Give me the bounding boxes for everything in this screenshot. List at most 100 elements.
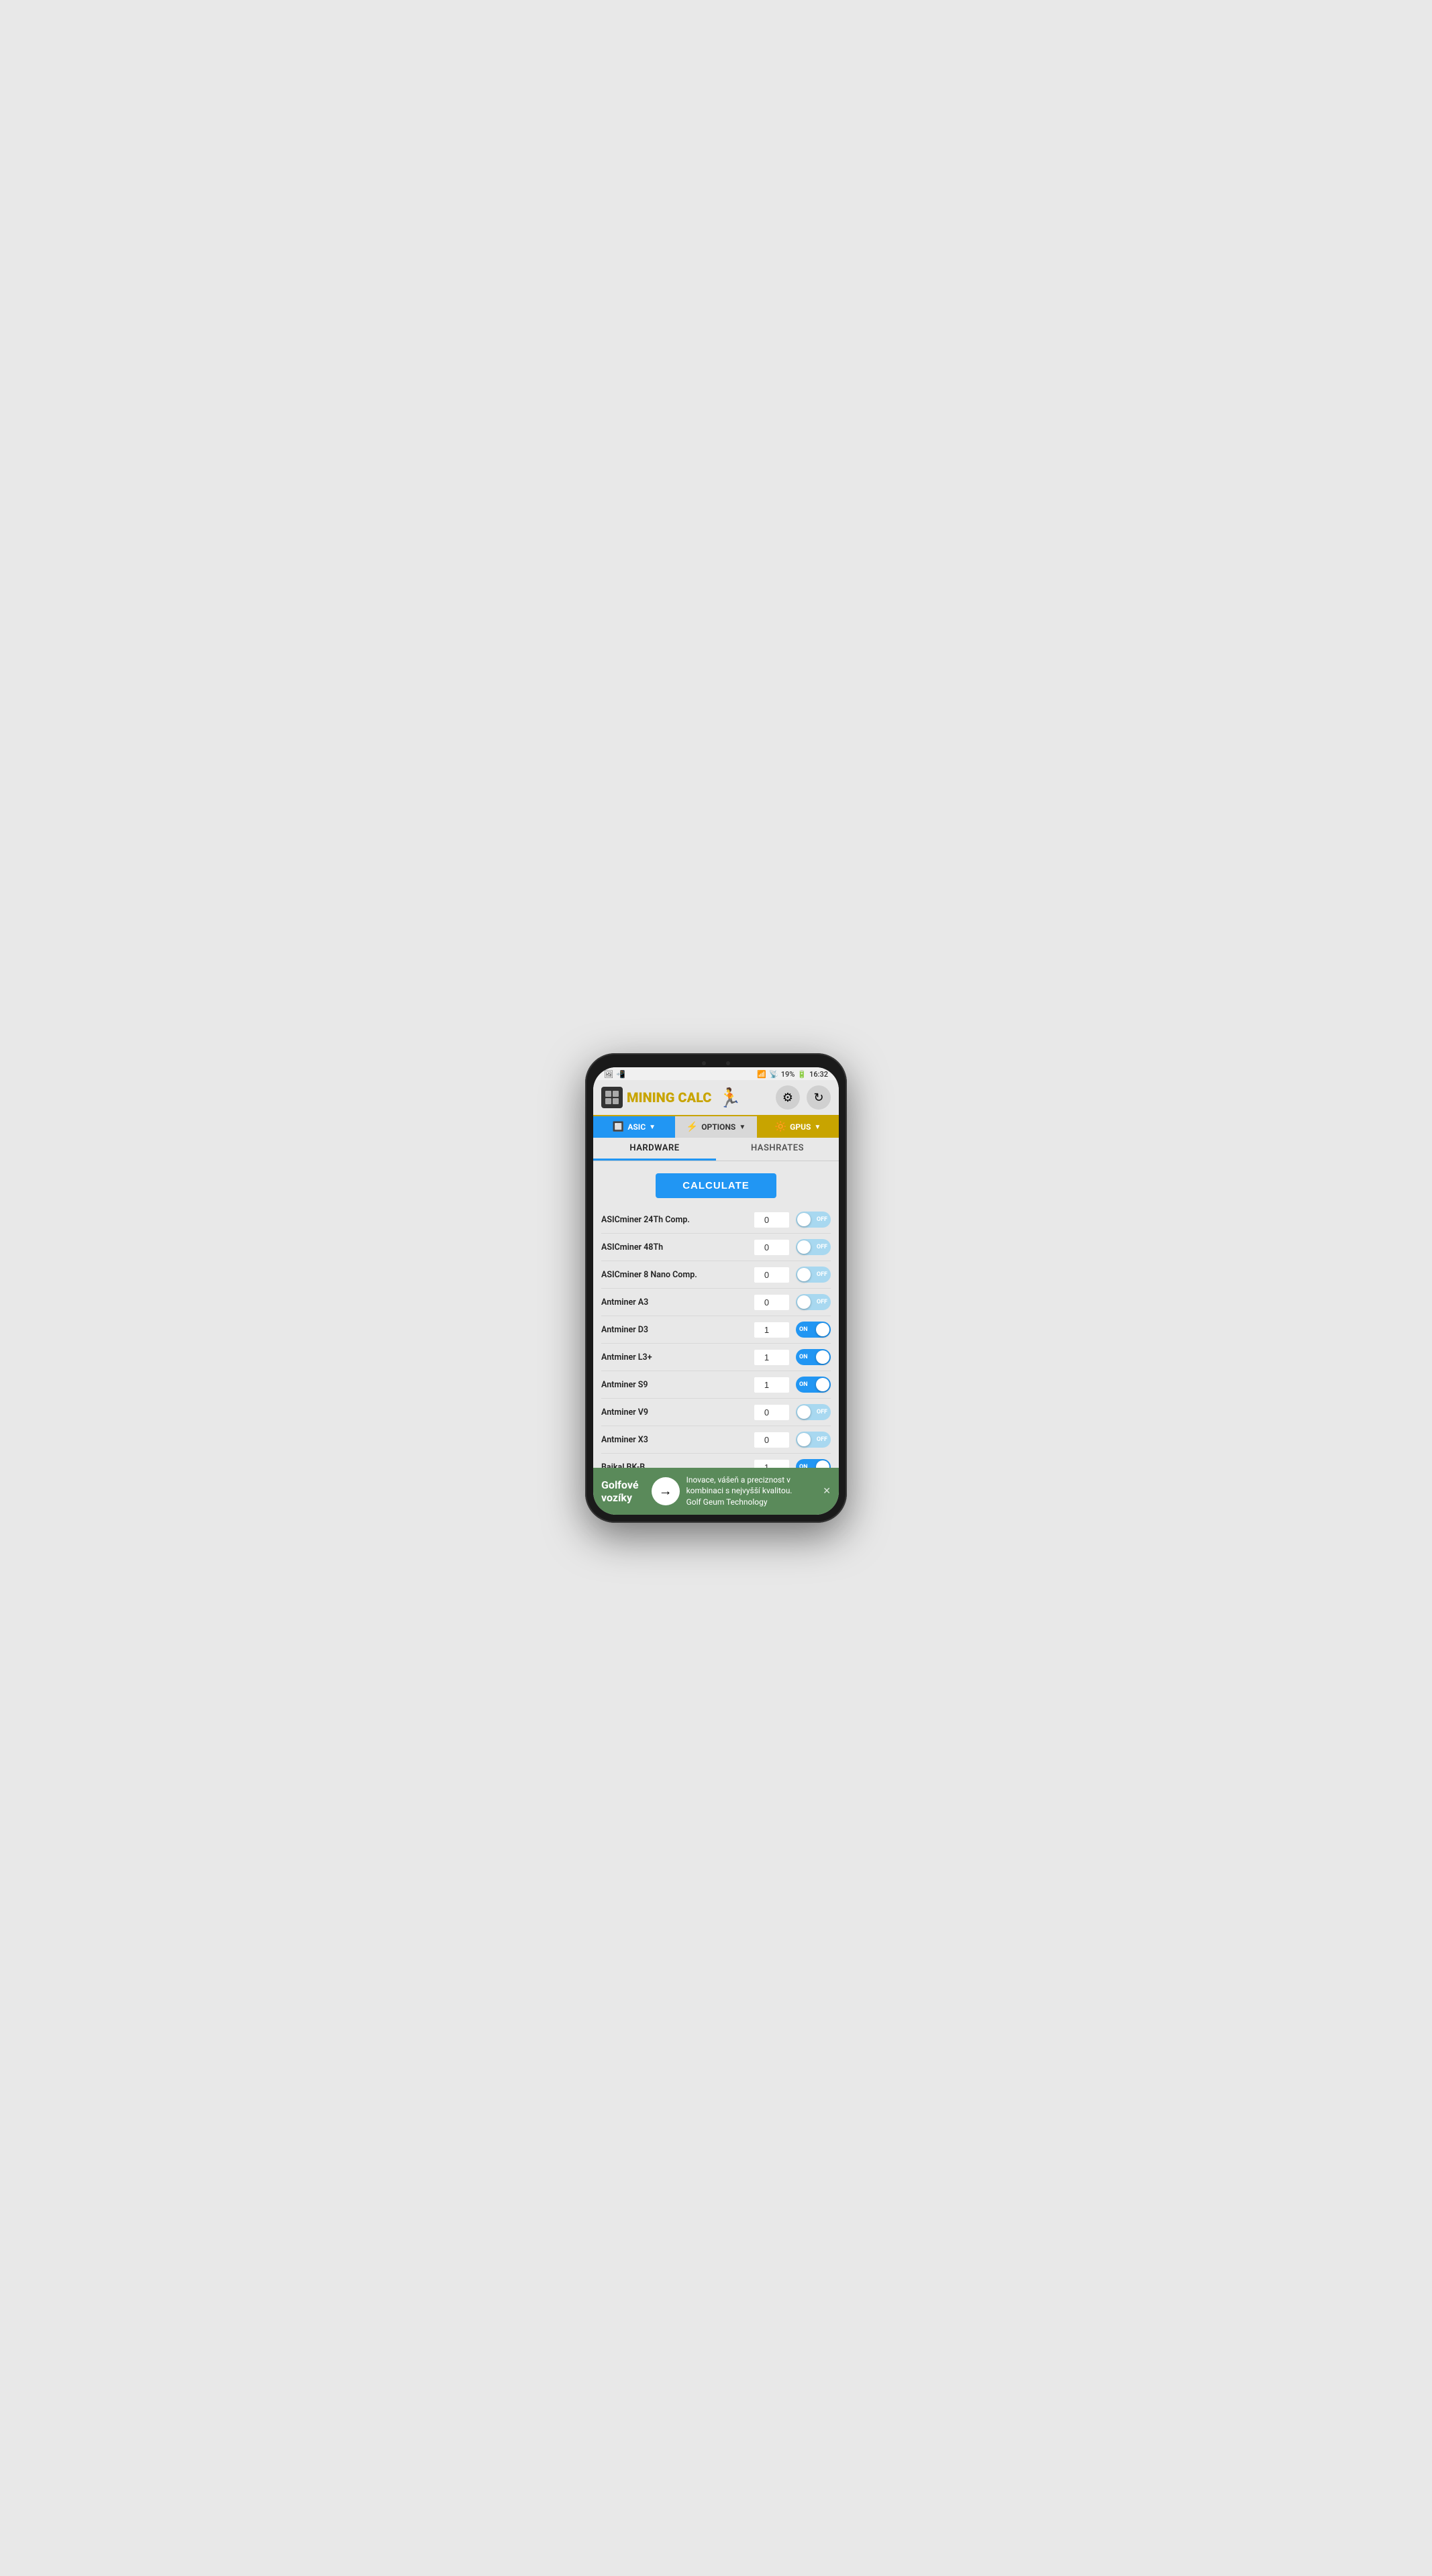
nav-asic[interactable]: 🔲 ASIC ▼: [593, 1116, 675, 1138]
status-bar: 🖼 📲 📶 📡 19% 🔋 16:32: [593, 1067, 839, 1080]
miner-row: Antminer X3 OFF: [601, 1426, 831, 1454]
miner-row: Antminer L3+ ON: [601, 1344, 831, 1371]
miner-toggle[interactable]: ON: [796, 1322, 831, 1338]
miners-list: ASICminer 24Th Comp. OFF ASICminer 48Th …: [601, 1206, 831, 1468]
toggle-label: ON: [799, 1354, 808, 1360]
gpus-icon: 🔆: [775, 1122, 786, 1132]
toggle-knob: [816, 1323, 829, 1336]
logo-icon: [601, 1087, 623, 1108]
miner-quantity-input[interactable]: [754, 1350, 789, 1365]
miner-quantity-input[interactable]: [754, 1377, 789, 1393]
miner-name: ASICminer 8 Nano Comp.: [601, 1270, 748, 1280]
toggle-knob: [816, 1460, 829, 1468]
asic-arrow: ▼: [649, 1124, 656, 1131]
nav-gpus[interactable]: 🔆 GPUS ▼: [757, 1116, 839, 1138]
toggle-label: OFF: [817, 1436, 827, 1443]
app-logo: MINING CALC 🏃: [601, 1087, 741, 1109]
miner-quantity-input[interactable]: [754, 1240, 789, 1255]
miner-name: Antminer D3: [601, 1325, 748, 1335]
miner-toggle[interactable]: OFF: [796, 1294, 831, 1310]
toggle-knob: [797, 1240, 811, 1254]
miner-toggle[interactable]: OFF: [796, 1404, 831, 1420]
miner-quantity-input[interactable]: [754, 1295, 789, 1310]
toggle-label: ON: [799, 1464, 808, 1468]
miner-quantity-input[interactable]: [754, 1460, 789, 1468]
miner-row: ASICminer 48Th OFF: [601, 1234, 831, 1261]
miner-toggle[interactable]: ON: [796, 1459, 831, 1468]
header-actions: ⚙ ↻: [776, 1085, 831, 1110]
ad-brand: Golf Geum Technology: [686, 1497, 817, 1508]
miner-quantity-input[interactable]: [754, 1322, 789, 1338]
toggle-label: ON: [799, 1381, 808, 1388]
toggle-label: OFF: [817, 1271, 827, 1278]
logo-runner-icon: 🏃: [718, 1087, 741, 1109]
content-area: CALCULATE ASICminer 24Th Comp. OFF ASICm…: [593, 1161, 839, 1468]
miner-row: Baikal BK-B ON: [601, 1454, 831, 1468]
miner-toggle[interactable]: ON: [796, 1377, 831, 1393]
battery-icon: 🔋: [797, 1070, 807, 1079]
toggle-knob: [816, 1350, 829, 1364]
ad-arrow-icon: →: [659, 1483, 672, 1499]
tab-hardware[interactable]: HARDWARE: [593, 1138, 716, 1161]
miner-name: Antminer A3: [601, 1297, 748, 1307]
miner-toggle[interactable]: ON: [796, 1349, 831, 1365]
options-label: OPTIONS: [701, 1122, 735, 1132]
camera-dot: [702, 1061, 706, 1065]
ad-close-button[interactable]: ✕: [823, 1486, 831, 1497]
nav-options[interactable]: ⚡ OPTIONS ▼: [675, 1116, 757, 1138]
gpus-arrow: ▼: [814, 1124, 821, 1131]
refresh-icon: ↻: [813, 1091, 823, 1105]
calculate-top-button[interactable]: CALCULATE: [656, 1173, 776, 1198]
miner-name: ASICminer 48Th: [601, 1242, 748, 1252]
options-icon: ⚡: [686, 1122, 698, 1132]
miner-toggle[interactable]: OFF: [796, 1267, 831, 1283]
asic-chip-icon: 🔲: [613, 1122, 624, 1132]
miner-row: Antminer V9 OFF: [601, 1399, 831, 1426]
toggle-knob: [797, 1433, 811, 1446]
ad-banner: Golfové vozíky → Inovace, vášeň a preciz…: [593, 1468, 839, 1515]
miner-name: Antminer V9: [601, 1407, 748, 1417]
miner-quantity-input[interactable]: [754, 1405, 789, 1420]
toggle-label: OFF: [817, 1409, 827, 1415]
ad-text-right-wrap: Inovace, vášeň a preciznost v kombinaci …: [686, 1474, 817, 1508]
miner-toggle[interactable]: OFF: [796, 1432, 831, 1448]
tab-headers: HARDWARE HASHRATES: [593, 1138, 839, 1161]
camera-dot: [726, 1061, 730, 1065]
toggle-knob: [797, 1405, 811, 1419]
toggle-knob: [797, 1213, 811, 1226]
tab-hashrates[interactable]: HASHRATES: [716, 1138, 839, 1161]
ad-main-text: Inovace, vášeň a preciznost v kombinaci …: [686, 1474, 817, 1497]
miner-quantity-input[interactable]: [754, 1212, 789, 1228]
app-header: MINING CALC 🏃 ⚙ ↻: [593, 1080, 839, 1116]
ad-arrow-button[interactable]: →: [652, 1477, 680, 1505]
toggle-knob: [797, 1295, 811, 1309]
toggle-knob: [797, 1268, 811, 1281]
miner-toggle[interactable]: OFF: [796, 1239, 831, 1255]
miner-name: Antminer L3+: [601, 1352, 748, 1362]
miner-row: ASICminer 8 Nano Comp. OFF: [601, 1261, 831, 1289]
ad-text-left: Golfové vozíky: [601, 1479, 645, 1504]
toggle-knob: [816, 1378, 829, 1391]
battery-percent: 19%: [781, 1070, 795, 1079]
status-icon-image: 🖼: [604, 1070, 613, 1079]
wifi-icon: 📶: [757, 1070, 766, 1079]
miner-quantity-input[interactable]: [754, 1432, 789, 1448]
miner-name: Antminer S9: [601, 1380, 748, 1390]
miner-row: ASICminer 24Th Comp. OFF: [601, 1206, 831, 1234]
refresh-button[interactable]: ↻: [807, 1085, 831, 1110]
settings-button[interactable]: ⚙: [776, 1085, 800, 1110]
miner-name: ASICminer 24Th Comp.: [601, 1215, 748, 1225]
options-arrow: ▼: [739, 1124, 746, 1131]
toggle-label: OFF: [817, 1244, 827, 1250]
toggle-label: OFF: [817, 1216, 827, 1223]
miner-row: Antminer A3 OFF: [601, 1289, 831, 1316]
miner-quantity-input[interactable]: [754, 1267, 789, 1283]
time-display: 16:32: [809, 1070, 828, 1079]
asic-label: ASIC: [627, 1122, 646, 1132]
toggle-label: OFF: [817, 1299, 827, 1305]
miner-row: Antminer D3 ON: [601, 1316, 831, 1344]
miner-toggle[interactable]: OFF: [796, 1212, 831, 1228]
settings-icon: ⚙: [782, 1091, 793, 1105]
nav-bar: 🔲 ASIC ▼ ⚡ OPTIONS ▼ 🔆 GPUS ▼: [593, 1116, 839, 1138]
calculate-top-wrap: CALCULATE: [601, 1173, 831, 1198]
